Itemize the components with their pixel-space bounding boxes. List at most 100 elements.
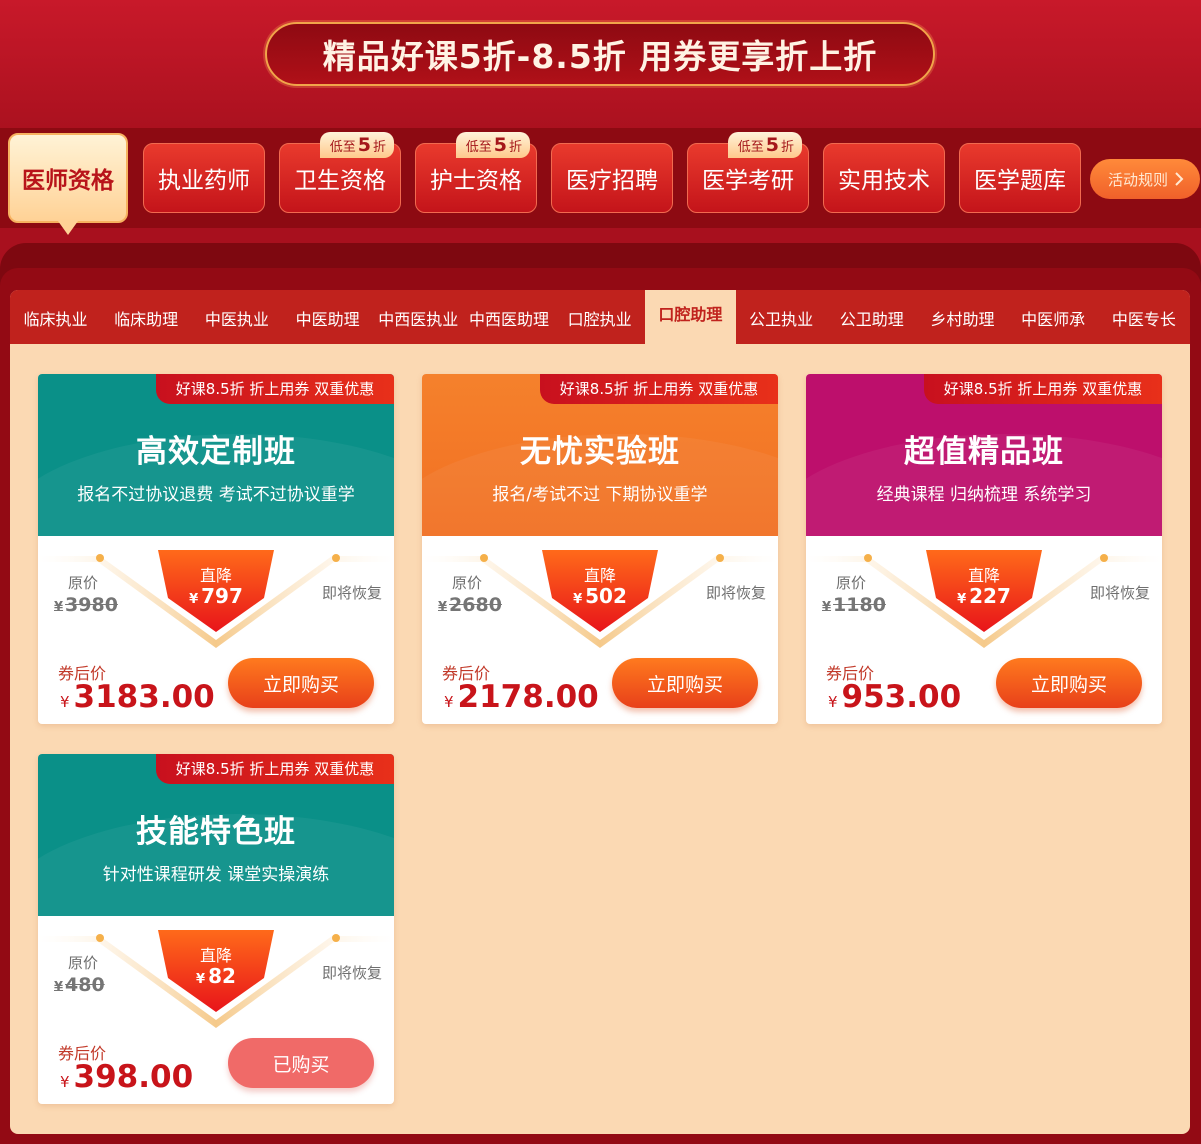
price-area: 原价 ¥2680 直降 ¥502 即将恢复 券后价 ¥2178.00 立即购买: [422, 536, 778, 724]
discount-tag-suffix: 折: [780, 140, 794, 155]
original-price-value: 1180: [833, 594, 886, 616]
coupon-price: ¥953.00: [828, 679, 961, 715]
original-price: ¥1180: [822, 594, 886, 616]
sub-tab[interactable]: 口腔助理: [644, 290, 736, 344]
discount-tag-number: 5: [765, 134, 779, 156]
currency-symbol: ¥: [957, 592, 967, 607]
currency-symbol: ¥: [196, 972, 206, 987]
sub-tab[interactable]: 公卫助理: [826, 290, 917, 344]
discount-amount: ¥227: [934, 584, 1034, 608]
coupon-price-value: 953.00: [841, 679, 962, 715]
discount-tag-suffix: 折: [508, 140, 522, 155]
coupon-price-value: 398.00: [73, 1059, 194, 1095]
rules-button[interactable]: 活动规则: [1090, 159, 1200, 199]
category-tab[interactable]: 实用技术: [823, 143, 945, 213]
discount-label: 直降: [967, 566, 1000, 585]
coupon-price: ¥398.00: [60, 1059, 193, 1095]
course-card: 好课8.5折 折上用券 双重优惠 无忧实验班 报名/考试不过 下期协议重学 原价 ¥26…: [422, 374, 778, 724]
sub-tab[interactable]: 中医师承: [1008, 290, 1099, 344]
original-price: ¥2680: [438, 594, 502, 616]
category-tab-label: 实用技术: [838, 168, 930, 194]
currency-symbol: ¥: [573, 592, 583, 607]
course-card: 好课8.5折 折上用券 双重优惠 超值精品班 经典课程 归纳梳理 系统学习 原价 ¥11…: [806, 374, 1162, 724]
discount-label: 直降: [199, 566, 232, 585]
category-tab-label: 卫生资格: [294, 168, 386, 194]
buy-button[interactable]: 立即购买: [612, 658, 758, 708]
coupon-price: ¥2178.00: [444, 679, 599, 715]
original-price-label: 原价: [452, 574, 483, 592]
category-bar: 医学题库 实用技术 医学考研 低至 5 折医疗招聘 护士资格 低至 5 折卫生资格 低至 5 折执业药师…: [0, 128, 1201, 235]
top-banner: 精品好课5折-8.5折 用券更享折上折: [0, 0, 1201, 128]
content-panel: 临床执业 临床助理 中医执业 中医助理 中西医执业 中西医助理 口腔执业 口腔助理 公卫执业 公卫…: [10, 290, 1190, 1134]
category-tab[interactable]: 卫生资格 低至 5 折: [279, 132, 401, 213]
currency-symbol: ¥: [438, 600, 448, 615]
coupon-price-value: 2178.00: [457, 679, 599, 715]
buy-button[interactable]: 立即购买: [228, 658, 374, 708]
card-header: 好课8.5折 折上用券 双重优惠超值精品班经典课程 归纳梳理 系统学习: [806, 374, 1162, 536]
restore-notice: 即将恢复: [1089, 584, 1150, 602]
sub-tab[interactable]: 公卫执业: [736, 290, 827, 344]
card-subtitle: 针对性课程研发 课堂实操演练: [102, 865, 330, 885]
card-title: 超值精品班: [904, 434, 1064, 470]
sub-tab[interactable]: 中西医助理: [464, 290, 555, 344]
discount-tag-prefix: 低至: [329, 140, 356, 155]
sub-tab[interactable]: 乡村助理: [917, 290, 1008, 344]
original-price-label: 原价: [68, 574, 99, 592]
category-tab[interactable]: 医学题库: [959, 143, 1081, 213]
currency-symbol: ¥: [60, 693, 70, 711]
discount-tag: 低至 5 折: [455, 132, 530, 158]
buy-button[interactable]: 立即购买: [996, 658, 1142, 708]
category-tab[interactable]: 医师资格: [8, 133, 128, 235]
card-subtitle: 经典课程 归纳梳理 系统学习: [876, 485, 1092, 505]
chevron-right-icon: [1175, 172, 1184, 186]
promo-tag: 好课8.5折 折上用券 双重优惠: [156, 374, 394, 404]
restore-notice: 即将恢复: [321, 584, 382, 602]
original-price-value: 2680: [449, 594, 502, 616]
category-tab-label: 医疗招聘: [566, 168, 658, 194]
discount-amount: ¥797: [166, 584, 266, 608]
discount-tag-prefix: 低至: [737, 140, 764, 155]
category-tab-label: 执业药师: [158, 168, 250, 194]
discount-label: 直降: [583, 566, 616, 585]
sub-tab[interactable]: 中西医执业: [373, 290, 464, 344]
original-price: ¥3980: [54, 594, 118, 616]
category-tab-label: 医学考研: [702, 168, 794, 194]
card-header: 好课8.5折 折上用券 双重优惠 高效定制班 报名不过协议退费 考试不过协议重学: [38, 374, 394, 536]
purchased-button[interactable]: 已购买: [228, 1038, 374, 1088]
original-price-label: 原价: [68, 954, 99, 972]
discount-value: 227: [969, 584, 1011, 608]
sub-tab[interactable]: 中医助理: [282, 290, 373, 344]
currency-symbol: ¥: [828, 693, 838, 711]
category-tab[interactable]: 护士资格 低至 5 折: [415, 132, 537, 213]
category-tab-label: 护士资格: [430, 168, 522, 194]
sub-tab[interactable]: 中医执业: [191, 290, 282, 344]
sub-tab[interactable]: 口腔执业: [554, 290, 645, 344]
sub-tab[interactable]: 临床执业: [10, 290, 101, 344]
original-price-value: 3980: [65, 594, 118, 616]
category-tab[interactable]: 执业药师: [143, 143, 265, 213]
rules-label: 活动规则: [1108, 170, 1169, 189]
discount-tag: 低至 5 折: [319, 132, 394, 158]
card-subtitle: 报名不过协议退费 考试不过协议重学: [77, 485, 355, 505]
promo-tag: 好课8.5折 折上用券 双重优惠: [924, 374, 1162, 404]
currency-symbol: ¥: [822, 600, 832, 615]
promo-tag: 好课8.5折 折上用券 双重优惠: [540, 374, 778, 404]
banner-title: 精品好课5折-8.5折 用券更享折上折: [265, 22, 935, 86]
currency-symbol: ¥: [60, 1073, 70, 1091]
sub-tab[interactable]: 临床助理: [101, 290, 192, 344]
currency-symbol: ¥: [444, 693, 454, 711]
price-area: 原价 ¥3980 直降 ¥797 即将恢复 券后价 ¥3183.00 立即购买: [38, 536, 394, 724]
coupon-price: ¥3183.00: [60, 679, 215, 715]
discount-value: 797: [201, 584, 243, 608]
discount-tag: 低至 5 折: [727, 132, 802, 158]
category-tab[interactable]: 医疗招聘: [551, 143, 673, 213]
coupon-price-value: 3183.00: [73, 679, 215, 715]
sub-nav: 临床执业 临床助理 中医执业 中医助理 中西医执业 中西医助理 口腔执业 口腔助理 公卫执业 公卫…: [10, 290, 1190, 344]
category-tab[interactable]: 医学考研 低至 5 折: [687, 132, 809, 213]
restore-notice: 即将恢复: [321, 964, 382, 982]
discount-value: 82: [208, 964, 236, 988]
price-area: 原价 ¥480 直降 ¥82 即将恢复 券后价 ¥398.00 已购买: [38, 916, 394, 1104]
card-header: 好课8.5折 折上用券 双重优惠 技能特色班 针对性课程研发 课堂实操演练: [38, 754, 394, 916]
discount-tag-suffix: 折: [372, 140, 386, 155]
sub-tab[interactable]: 中医专长: [1098, 290, 1189, 344]
